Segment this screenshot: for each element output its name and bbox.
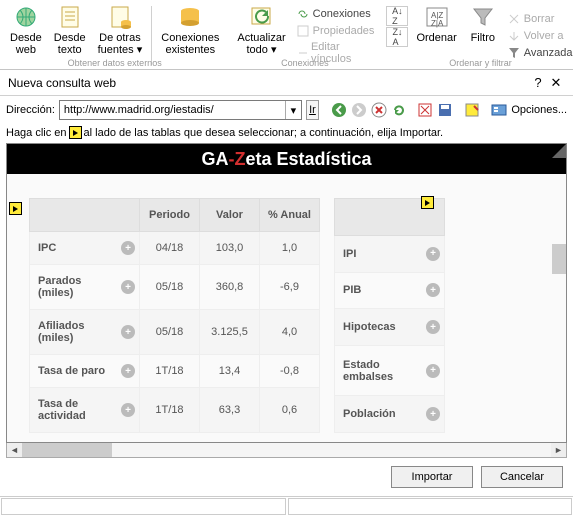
connections-link[interactable]: Conexiones [294,6,377,22]
group-label-external: Obtener datos externos [4,58,225,68]
table-row: Tasa de actividad+1T/1863,30,6 [30,388,320,433]
table-row: Afiliados (miles)+05/183.125,54,0 [30,310,320,355]
text-file-icon [56,4,84,30]
expand-icon[interactable]: + [121,403,135,417]
group-label-sort: Ordenar y filtrar [384,58,573,68]
group-label-connections: Conexiones [231,58,378,68]
expand-icon[interactable]: + [426,364,440,378]
table-row: IPC+04/18103,01,0 [30,232,320,265]
clear-icon [507,12,521,26]
expand-icon[interactable]: + [121,241,135,255]
table-selector-1[interactable] [9,202,22,215]
expand-icon[interactable]: + [426,407,440,421]
table-selector-2[interactable] [421,196,434,209]
refresh-page-button[interactable] [391,102,407,118]
expand-icon[interactable]: + [426,283,440,297]
sort-icon: A|ZZ|A [423,4,451,30]
cancel-button[interactable]: Cancelar [481,466,563,488]
table-row: Hipotecas+ [335,309,445,346]
url-dropdown[interactable]: ▾ [285,101,301,119]
table-row: Población+ [335,396,445,433]
reapply-filter: Volver a [505,28,573,44]
connections-icon [176,4,204,30]
properties-link: Propiedades [294,23,377,39]
table-row: Estado embalses+ [335,346,445,396]
forward-button[interactable] [351,102,367,118]
options-icon[interactable] [491,102,507,118]
favorites-button[interactable] [464,102,480,118]
svg-text:Z|A: Z|A [431,19,444,28]
horizontal-scrollbar[interactable]: ◄ ► [6,443,567,458]
expand-icon[interactable]: + [121,280,135,294]
hide-icons-button[interactable] [417,102,433,118]
expand-icon[interactable]: + [121,364,135,378]
url-input[interactable] [60,101,285,119]
page-banner: GA-Zeta Estadística [7,144,566,174]
table-header-row: Periodo Valor % Anual [30,199,320,232]
table-row: IPI+ [335,235,445,272]
status-cell [288,498,573,515]
hint-text: Haga clic en al lado de las tablas que d… [0,124,573,143]
sort-az-button[interactable]: A↓Z [386,6,408,26]
address-bar: Dirección: ▾ Ir Opciones... [0,96,573,124]
stop-button[interactable] [371,102,387,118]
database-icon [106,4,134,30]
scroll-left-button[interactable]: ◄ [7,443,22,457]
help-button[interactable]: ? [529,75,547,90]
sort-za-button[interactable]: Z↓A [386,27,408,47]
properties-icon [296,24,310,38]
close-button[interactable]: ✕ [547,75,565,91]
status-bar [0,496,573,516]
reapply-icon [507,29,521,43]
expand-icon[interactable]: + [426,247,440,261]
web-viewport: GA-Zeta Estadística Periodo Valor % Anua… [6,143,567,443]
selector-arrow-icon [69,126,82,139]
table-row: Parados (miles)+05/18360,8-6,9 [30,265,320,310]
save-query-button[interactable] [437,102,453,118]
link-icon [296,7,310,21]
import-button[interactable]: Importar [391,466,473,488]
indicators-table-2: IPI+ PIB+ Hipotecas+ Estado embalses+ Po… [334,198,445,433]
options-link[interactable]: Opciones... [511,104,567,116]
funnel-icon [469,4,497,30]
scroll-right-button[interactable]: ► [551,443,566,457]
dialog-titlebar: Nueva consulta web ? ✕ [0,70,573,96]
back-button[interactable] [331,102,347,118]
expand-icon[interactable]: + [426,320,440,334]
table-row: PIB+ [335,272,445,309]
expand-icon[interactable]: + [121,325,135,339]
vertical-scrollbar[interactable] [552,244,566,274]
dialog-title: Nueva consulta web [8,76,529,90]
go-button[interactable]: Ir [306,100,319,120]
address-label: Dirección: [6,104,55,116]
table-row: Tasa de paro+1T/1813,4-0,8 [30,355,320,388]
banner-corner-icon [552,144,566,158]
globe-icon [12,4,40,30]
ribbon: Desde web Desde texto De otras fuentes ▾… [0,0,573,70]
indicators-table-1: Periodo Valor % Anual IPC+04/18103,01,0 … [29,198,320,433]
refresh-icon [248,4,276,30]
status-cell [1,498,286,515]
clear-filter: Borrar [505,11,573,27]
scroll-thumb[interactable] [22,443,112,457]
